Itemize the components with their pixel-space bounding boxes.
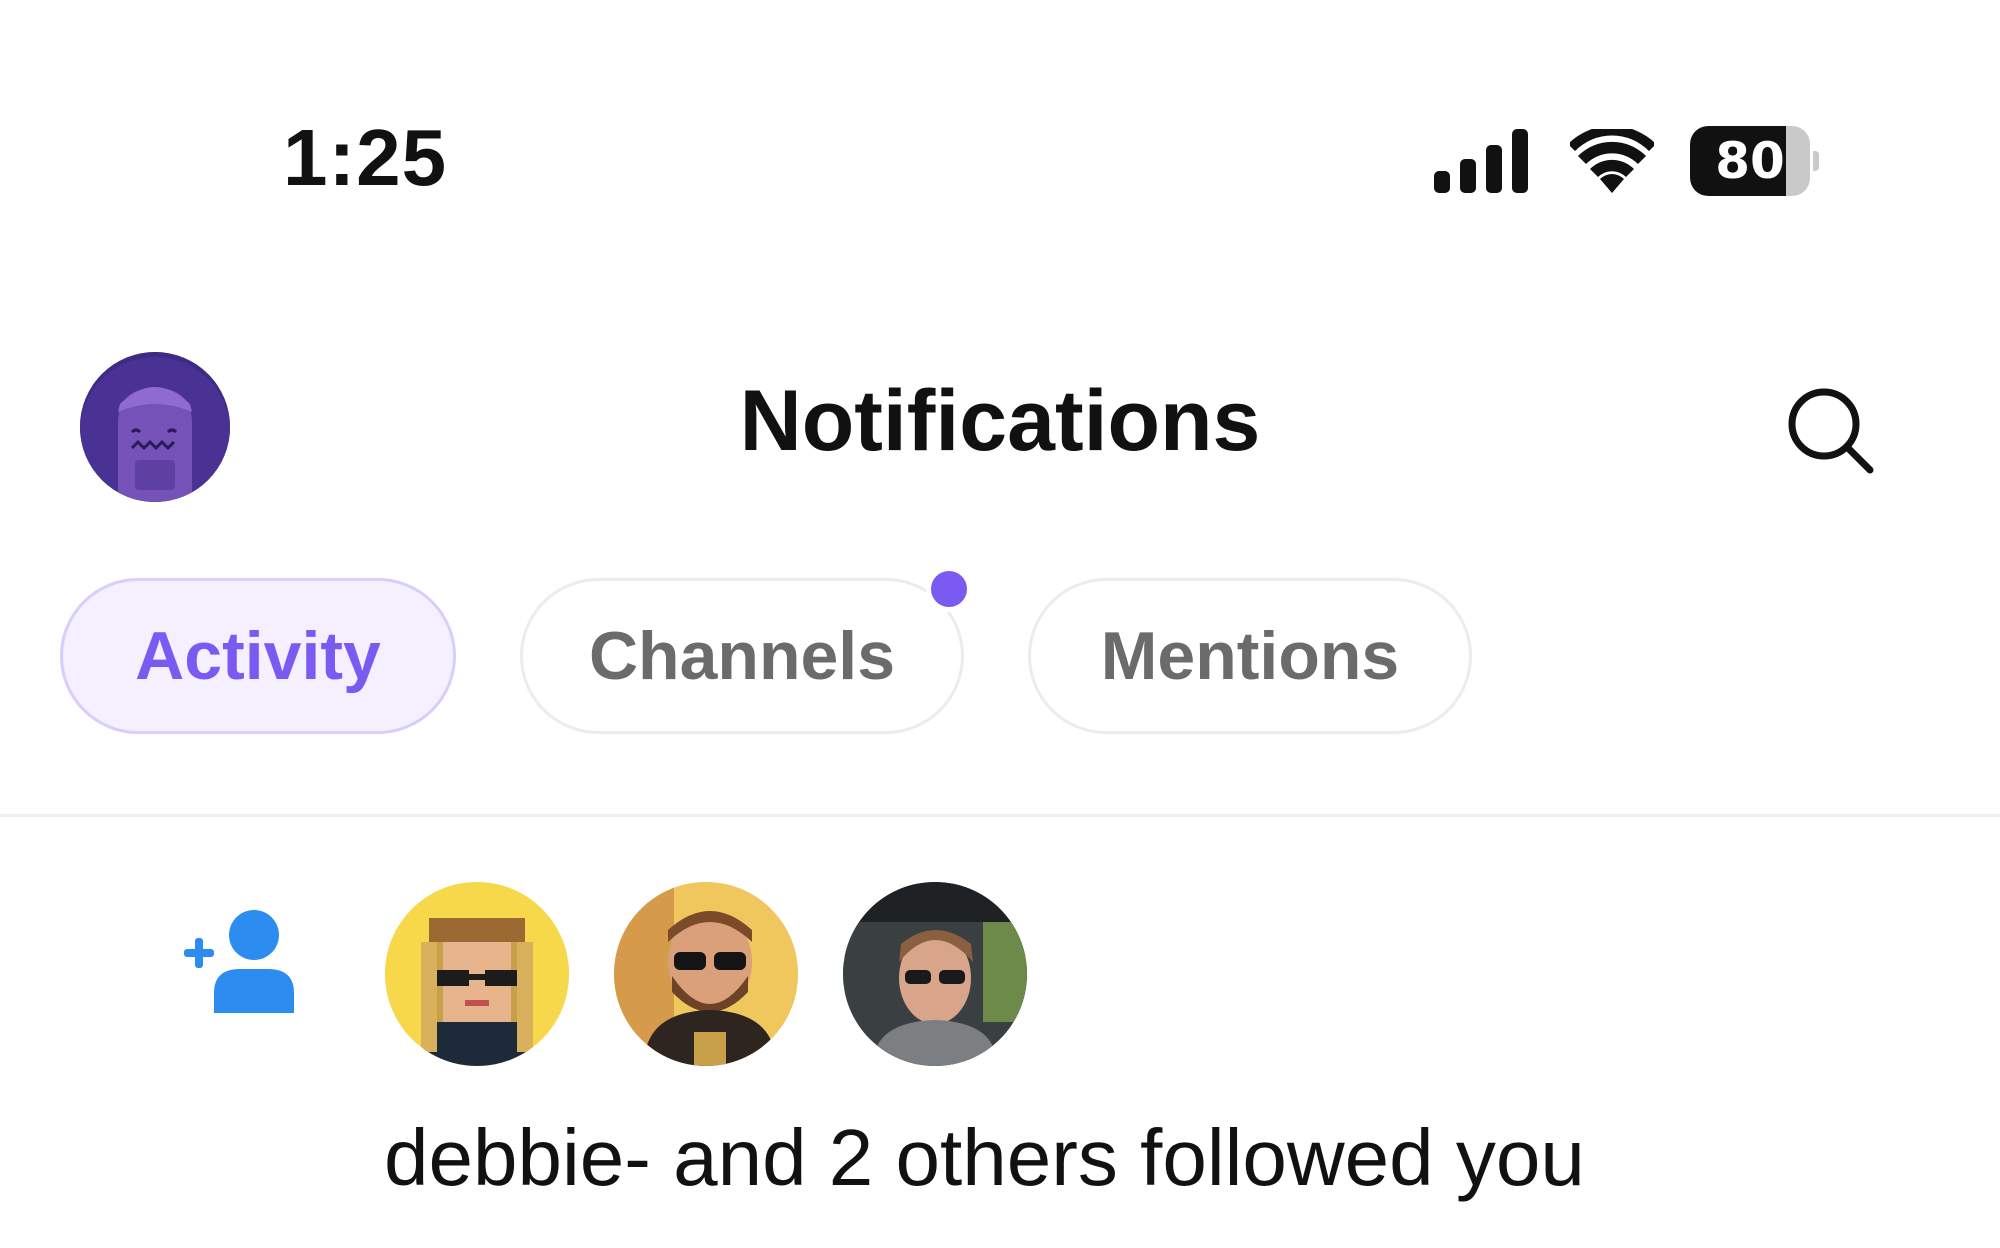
wifi-icon <box>1570 129 1654 193</box>
search-icon <box>1788 388 1874 474</box>
page-title: Notifications <box>739 373 1261 469</box>
tab-mentions[interactable]: Mentions <box>1028 578 1472 734</box>
notifications-screen: 1:25 80 Notifications Activity Channels … <box>0 0 2000 1248</box>
battery-body: 80 <box>1690 126 1810 196</box>
tab-channels[interactable]: Channels <box>520 578 964 734</box>
battery-tip <box>1813 151 1819 171</box>
search-button[interactable] <box>1780 380 1880 480</box>
notification-text[interactable]: debbie- and 2 others followed you <box>384 1118 1585 1198</box>
tab-activity[interactable]: Activity <box>60 578 456 734</box>
avatar-pixel-art-woman[interactable] <box>385 882 569 1066</box>
status-icons: 80 <box>1434 126 1819 196</box>
avatar-man-in-car[interactable] <box>843 882 1027 1066</box>
divider <box>0 814 2000 817</box>
channels-unread-dot <box>926 566 972 612</box>
status-time: 1:25 <box>283 113 448 202</box>
battery-icon: 80 <box>1690 126 1819 196</box>
add-user-icon <box>180 905 300 1015</box>
avatar-bearded-man[interactable] <box>614 882 798 1066</box>
battery-level: 80 <box>1715 132 1785 190</box>
cellular-signal-icon <box>1434 129 1534 193</box>
